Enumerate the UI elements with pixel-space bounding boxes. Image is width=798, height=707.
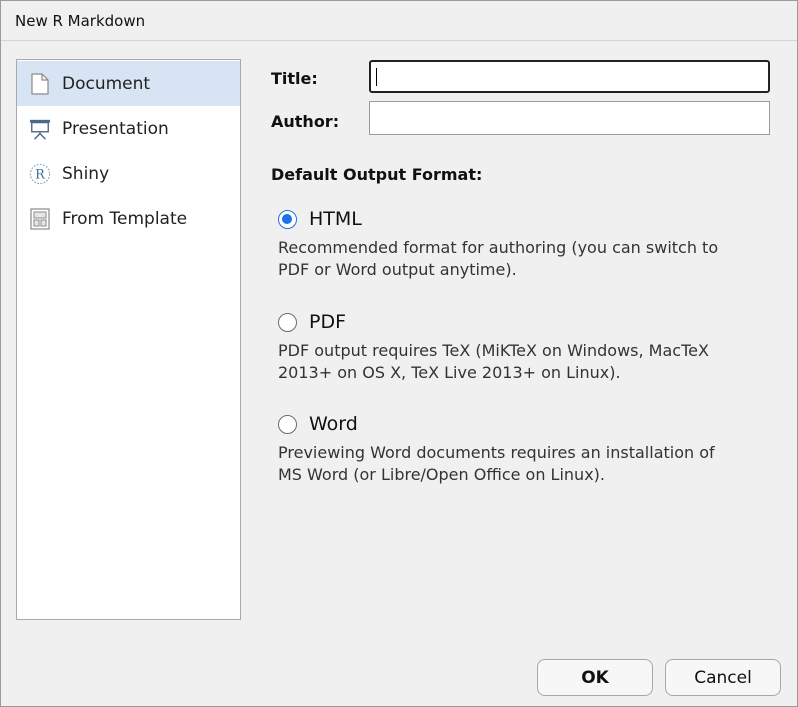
sidebar-item-label: Shiny [62, 163, 110, 184]
template-icon [29, 207, 51, 230]
word-description: Previewing Word documents requires an in… [278, 442, 778, 486]
word-description-line-1: Previewing Word documents requires an in… [278, 443, 715, 462]
html-radio[interactable] [278, 209, 297, 229]
title-label: Title: [271, 69, 318, 88]
new-r-markdown-dialog: New R Markdown Document Presentation R S… [0, 0, 798, 707]
pdf-description-line-1: PDF output requires TeX (MiKTeX on Windo… [278, 341, 709, 360]
sidebar: Document Presentation R Shiny From Templ… [16, 59, 241, 620]
sidebar-item-label: Presentation [62, 118, 169, 139]
default-output-format-label: Default Output Format: [271, 165, 483, 184]
pdf-radio[interactable] [278, 312, 297, 332]
title-input[interactable] [369, 60, 770, 93]
html-description: Recommended format for authoring (you ca… [278, 237, 778, 281]
text-caret [376, 68, 377, 86]
ok-button[interactable]: OK [537, 659, 653, 696]
word-description-line-2: MS Word (or Libre/Open Office on Linux). [278, 465, 605, 484]
sidebar-item-label: From Template [62, 208, 188, 229]
svg-text:R: R [35, 167, 45, 182]
html-description-line-1: Recommended format for authoring (you ca… [278, 238, 719, 257]
html-radio-label: HTML [309, 208, 362, 230]
sidebar-item-label: Document [62, 73, 151, 94]
document-icon [29, 72, 51, 95]
sidebar-item-shiny[interactable]: R Shiny [17, 151, 240, 196]
cancel-button[interactable]: Cancel [665, 659, 781, 696]
sidebar-item-document[interactable]: Document [17, 61, 240, 106]
format-option-pdf[interactable]: PDF [278, 311, 346, 333]
word-radio-label: Word [309, 413, 358, 435]
presentation-icon [29, 118, 51, 140]
pdf-description: PDF output requires TeX (MiKTeX on Windo… [278, 340, 778, 384]
sidebar-item-presentation[interactable]: Presentation [17, 106, 240, 151]
word-radio[interactable] [278, 414, 297, 434]
format-option-word[interactable]: Word [278, 413, 358, 435]
shiny-r-icon: R [29, 163, 51, 185]
author-label: Author: [271, 112, 340, 131]
pdf-radio-label: PDF [309, 311, 347, 333]
sidebar-item-from-template[interactable]: From Template [17, 196, 240, 241]
pdf-description-line-2: 2013+ on OS X, TeX Live 2013+ on Linux). [278, 363, 621, 382]
html-description-line-2: PDF or Word output anytime). [278, 260, 517, 279]
dialog-title: New R Markdown [1, 1, 797, 41]
author-input[interactable] [369, 101, 770, 135]
format-option-html[interactable]: HTML [278, 208, 362, 230]
